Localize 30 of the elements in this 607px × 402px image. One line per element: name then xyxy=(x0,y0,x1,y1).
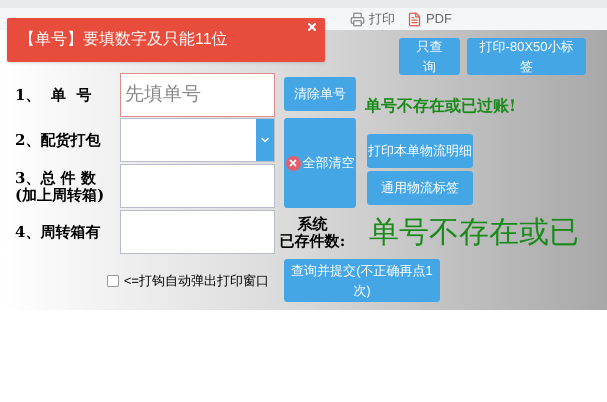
input-field[interactable] xyxy=(120,210,275,254)
close-icon xyxy=(306,21,318,33)
input-field[interactable]: 先填单号 xyxy=(120,73,275,117)
clear-all-button[interactable]: 全部清空 xyxy=(284,118,356,208)
checkbox[interactable] xyxy=(106,275,119,287)
field-sublabel: (加上周转箱) xyxy=(15,186,104,204)
stored-count-value: 单号不存在或已 xyxy=(369,214,579,252)
top-button[interactable]: 打印-80X50小标签 xyxy=(467,38,586,75)
status-message: 单号不存在或已过账! xyxy=(365,96,516,115)
clear-icon xyxy=(286,156,300,170)
toolbar-button[interactable]: 打印 xyxy=(350,9,395,29)
print-button[interactable]: 打印本单物流明细 xyxy=(367,134,473,168)
pdf-icon xyxy=(407,12,422,26)
close-button[interactable] xyxy=(305,20,319,34)
field-label: 3、总 件 数 xyxy=(15,170,97,186)
field-label: 1、 单 号 xyxy=(15,86,92,104)
top-button[interactable]: 只查询 xyxy=(399,38,460,75)
field-label: 4、周转箱有 xyxy=(15,224,100,241)
clear-number-button[interactable]: 清除单号 xyxy=(284,77,356,111)
field-label: 2、配货打包 xyxy=(15,132,100,149)
select-field[interactable] xyxy=(120,118,275,162)
toolbar-button[interactable]: PDF xyxy=(407,9,452,29)
submit-button[interactable]: 查询并提交(不正确再点1次) xyxy=(284,259,440,302)
stored-count-label: 已存件数: xyxy=(280,232,346,250)
stored-count-label: 系统 xyxy=(298,216,328,232)
toast-message: 【单号】要填数字及只能11位 xyxy=(19,30,228,50)
checkbox-label: <=打钩自动弹出打印窗口 xyxy=(124,272,269,290)
printer-icon xyxy=(350,12,365,26)
input-field[interactable] xyxy=(120,164,275,208)
print-button[interactable]: 通用物流标签 xyxy=(367,171,473,205)
